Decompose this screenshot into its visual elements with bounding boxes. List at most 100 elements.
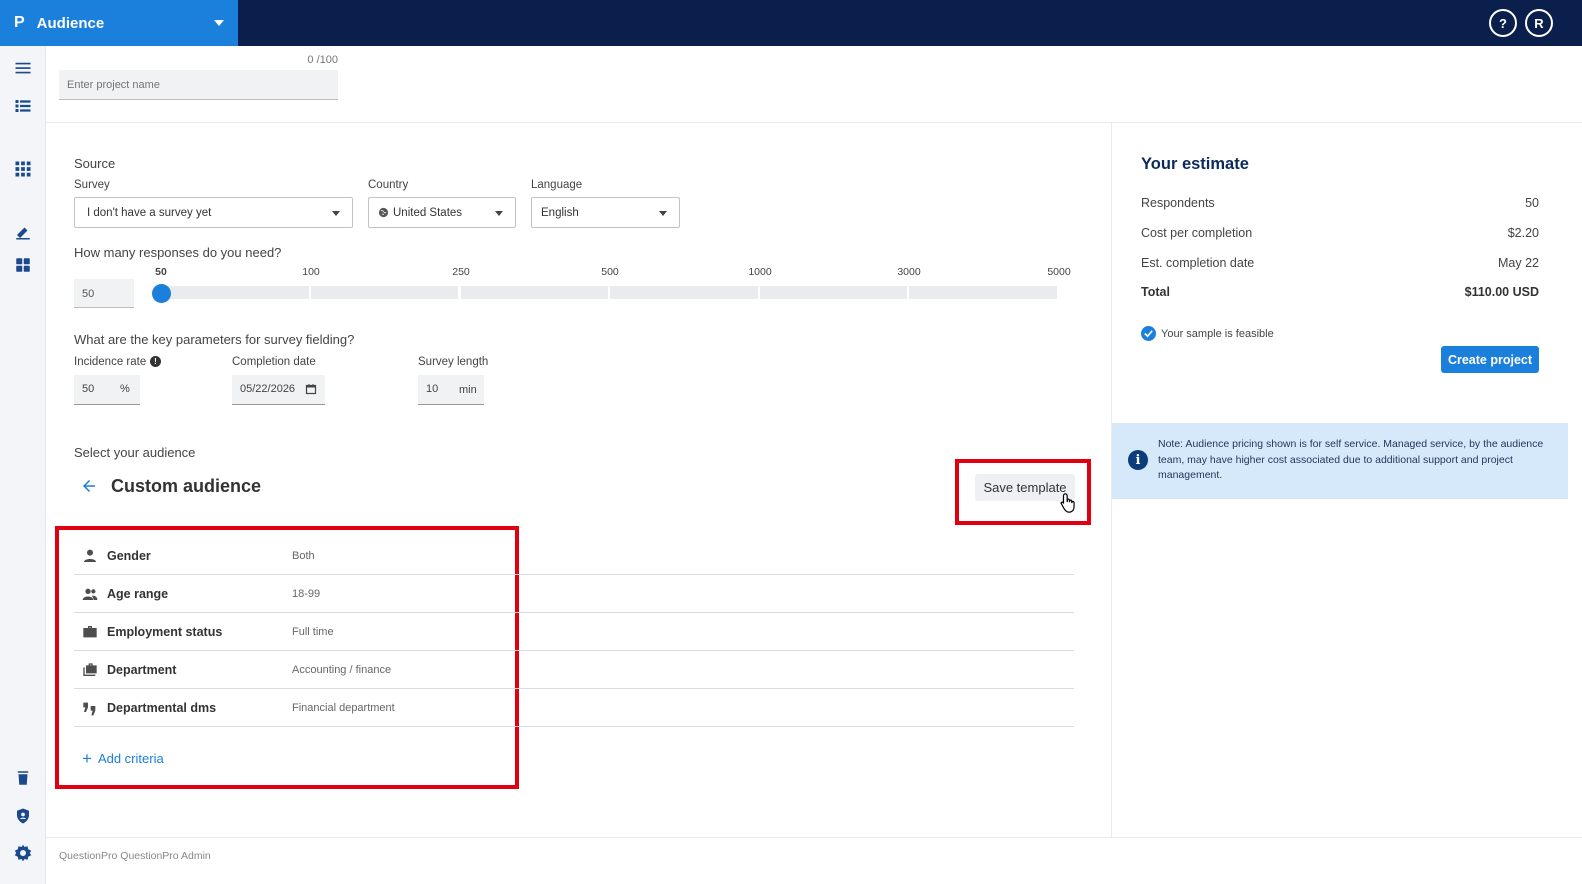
survey-length-label: Survey length [418, 356, 489, 368]
percent-unit: % [120, 383, 130, 395]
add-criteria-button[interactable]: + Add criteria [82, 748, 164, 768]
briefcase-icon [82, 624, 98, 640]
criteria-value: 18-99 [292, 588, 321, 600]
survey-label: Survey [74, 179, 110, 191]
incidence-rate-value: 50 [82, 383, 95, 395]
slider-segment[interactable] [461, 286, 608, 299]
estimate-title: Your estimate [1141, 155, 1249, 173]
respondents-value: 50 [1525, 196, 1539, 210]
people-icon [82, 586, 98, 602]
chevron-down-icon [332, 211, 340, 216]
slider-tick-label: 100 [302, 266, 320, 278]
slider-segment[interactable] [909, 286, 1057, 299]
slider-tick-label: 1000 [748, 266, 772, 278]
criteria-name: Age range [107, 587, 169, 601]
language-select-value: English [541, 206, 579, 219]
incidence-rate-input[interactable]: 50 % [74, 375, 140, 405]
help-button[interactable]: ? [1489, 9, 1517, 37]
app-switcher[interactable]: P Audience [0, 0, 238, 46]
chevron-down-icon [495, 211, 503, 216]
briefcase-stack-icon [82, 662, 98, 678]
questionpro-logo: P [14, 14, 25, 31]
country-select[interactable]: United States [368, 197, 516, 228]
calendar-icon[interactable] [305, 383, 317, 395]
plus-icon: + [82, 749, 92, 768]
section-divider [46, 122, 1582, 123]
est-completion-date-label: Est. completion date [1141, 256, 1255, 270]
completion-date-row: Est. completion date May 22 [1141, 256, 1539, 270]
info-icon[interactable]: ! [150, 356, 161, 367]
person-icon [82, 548, 98, 564]
criteria-row[interactable]: Employment status Full time [74, 613, 1074, 651]
hamburger-menu-icon[interactable] [13, 58, 33, 78]
criteria-row[interactable]: Gender Both [74, 537, 1074, 575]
hand-cursor-icon [1060, 493, 1075, 513]
responses-input[interactable]: 50 [74, 279, 134, 308]
list-icon[interactable] [13, 96, 33, 116]
app-title: Audience [36, 14, 105, 32]
criteria-name: Departmental dms [107, 701, 217, 715]
est-completion-date-value: May 22 [1498, 256, 1539, 270]
shield-user-icon[interactable] [13, 806, 33, 826]
apps-grid-icon[interactable] [13, 159, 33, 179]
slider-tick-label: 500 [601, 266, 619, 278]
dashboard-icon[interactable] [13, 255, 33, 275]
quote-icon [82, 700, 98, 716]
settings-gear-icon[interactable] [13, 843, 33, 863]
slider-segment[interactable] [610, 286, 758, 299]
footer-divider [46, 837, 1582, 838]
pricing-note: i Note: Audience pricing shown is for se… [1112, 423, 1568, 499]
slider-segment[interactable] [311, 286, 458, 299]
respondents-label: Respondents [1141, 196, 1215, 210]
survey-select[interactable]: I don't have a survey yet [74, 197, 353, 228]
survey-length-input[interactable]: 10 min [418, 375, 484, 405]
language-select[interactable]: English [531, 197, 680, 228]
completion-date-value: 05/22/2026 [240, 383, 296, 395]
completion-date-input[interactable]: 05/22/2026 [232, 375, 325, 405]
cost-per-completion-label: Cost per completion [1141, 226, 1253, 240]
minutes-unit: min [459, 384, 477, 396]
back-arrow-icon[interactable] [80, 477, 98, 495]
language-label: Language [531, 179, 583, 191]
criteria-value: Full time [292, 626, 334, 638]
trash-icon[interactable] [13, 768, 33, 788]
feasibility-status: Your sample is feasible [1141, 326, 1274, 341]
incidence-rate-label: Incidence rate [74, 356, 147, 368]
survey-select-value: I don't have a survey yet [87, 206, 212, 219]
caret-down-icon [214, 20, 224, 26]
criteria-row[interactable]: Age range 18-99 [74, 575, 1074, 613]
country-select-value: United States [393, 206, 463, 219]
create-project-button[interactable]: Create project [1441, 346, 1539, 373]
add-criteria-label: Add criteria [97, 751, 164, 766]
cost-per-completion-value: $2.20 [1507, 226, 1539, 240]
criteria-name: Department [107, 663, 177, 677]
ink-icon[interactable] [13, 222, 33, 242]
completion-date-label: Completion date [232, 356, 316, 368]
criteria-value: Financial department [292, 702, 395, 714]
criteria-row[interactable]: Departmental dms Financial department [74, 689, 1074, 727]
audience-title: Custom audience [111, 476, 262, 496]
criteria-name: Gender [107, 549, 151, 563]
globe-icon [378, 207, 389, 218]
slider-segment[interactable] [161, 286, 309, 299]
slider-tick-label: 50 [155, 266, 167, 278]
slider-segment[interactable] [760, 286, 907, 299]
parameters-question: What are the key parameters for survey f… [74, 332, 355, 347]
source-heading: Source [74, 156, 116, 171]
project-name-input[interactable] [59, 70, 338, 100]
criteria-row[interactable]: Department Accounting / finance [74, 651, 1074, 689]
survey-length-value: 10 [426, 383, 439, 395]
total-value: $110.00 USD [1464, 285, 1539, 299]
criteria-value: Both [292, 550, 315, 562]
slider-tick-label: 250 [452, 266, 470, 278]
slider-tick-label: 3000 [897, 266, 921, 278]
character-counter: 0 /100 [307, 54, 338, 66]
slider-handle[interactable] [152, 284, 171, 303]
total-row: Total $110.00 USD [1141, 285, 1539, 299]
country-label: Country [368, 179, 409, 191]
criteria-name: Employment status [107, 625, 223, 639]
total-label: Total [1141, 285, 1170, 299]
user-avatar[interactable]: R [1525, 9, 1553, 37]
slider-tick-label: 5000 [1047, 266, 1071, 278]
check-circle-icon [1141, 326, 1156, 341]
